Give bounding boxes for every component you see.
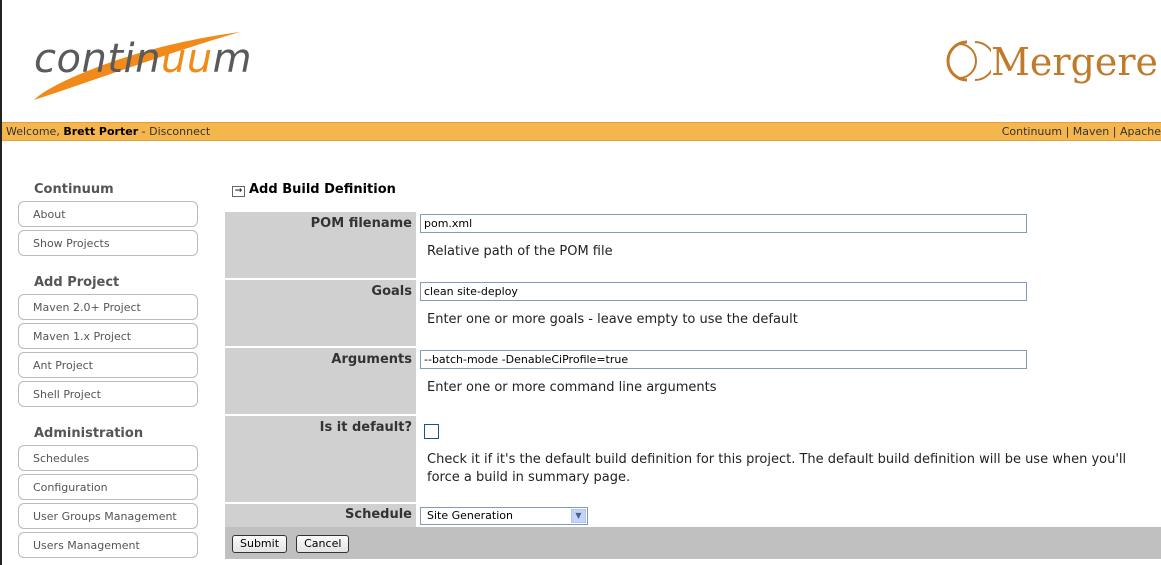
sidebar-heading-continuum: Continuum: [34, 182, 114, 197]
pom-filename-input[interactable]: pom.xml: [420, 214, 1027, 233]
sidebar-heading-add-project: Add Project: [34, 275, 120, 290]
sidebar-item-user-groups-management[interactable]: User Groups Management: [18, 503, 198, 529]
pom-filename-hint: Relative path of the POM file: [427, 244, 613, 259]
sidebar-heading-administration: Administration: [34, 426, 144, 441]
arguments-input[interactable]: --batch-mode -DenableCiProfile=true: [420, 350, 1027, 369]
goals-input[interactable]: clean site-deploy: [420, 282, 1027, 301]
arguments-hint: Enter one or more command line arguments: [427, 380, 717, 395]
chevron-down-icon[interactable]: ▼: [571, 509, 586, 523]
sidebar-item-about[interactable]: About: [18, 201, 198, 227]
external-links[interactable]: Continuum | Maven | Apache: [1002, 123, 1161, 140]
mergere-logo-text: Mergere: [991, 40, 1159, 84]
schedule-select[interactable]: Site Generation ▼: [420, 507, 588, 525]
sidebar-item-maven2-project[interactable]: Maven 2.0+ Project: [18, 294, 198, 320]
title-arrow-icon: →: [232, 186, 245, 197]
sidebar-item-configuration[interactable]: Configuration: [18, 474, 198, 500]
is-default-hint: Check it if it's the default build defin…: [427, 452, 1127, 485]
sidebar-item-shell-project[interactable]: Shell Project: [18, 381, 198, 407]
continuum-logo[interactable]: continuum: [30, 22, 270, 112]
mergere-logo[interactable]: Mergere: [945, 36, 1161, 96]
cancel-button[interactable]: Cancel: [296, 535, 350, 553]
sidebar-item-show-projects[interactable]: Show Projects: [18, 230, 198, 256]
page-title: → Add Build Definition: [231, 180, 1161, 200]
sidebar-item-maven1-project[interactable]: Maven 1.x Project: [18, 323, 198, 349]
mergere-mark-icon: [946, 40, 991, 82]
goals-label: Goals: [371, 284, 412, 299]
welcome-bar: Welcome, Brett Porter - Disconnect Conti…: [2, 122, 1161, 141]
sidebar-item-users-management[interactable]: Users Management: [18, 532, 198, 558]
submit-button[interactable]: Submit: [232, 535, 288, 553]
main-content: → Add Build Definition POM filename pom.x…: [225, 180, 1161, 559]
user-name: Brett Porter: [63, 125, 139, 138]
build-definition-form: POM filename pom.xml Relative path of th…: [225, 212, 1161, 559]
disconnect-link[interactable]: Disconnect: [149, 125, 210, 138]
arguments-label: Arguments: [331, 352, 412, 367]
continuum-logo-text: continuum: [34, 36, 253, 82]
welcome-message: Welcome, Brett Porter - Disconnect: [6, 125, 211, 138]
header: continuum Mergere: [2, 0, 1161, 122]
is-default-label: Is it default?: [319, 420, 412, 435]
schedule-label: Schedule: [345, 507, 412, 522]
sidebar: Continuum About Show Projects Add Projec…: [18, 180, 200, 561]
sidebar-item-ant-project[interactable]: Ant Project: [18, 352, 198, 378]
goals-hint: Enter one or more goals - leave empty to…: [427, 312, 798, 327]
pom-filename-label: POM filename: [310, 216, 412, 231]
is-default-checkbox[interactable]: [424, 424, 439, 439]
sidebar-item-schedules[interactable]: Schedules: [18, 445, 198, 471]
